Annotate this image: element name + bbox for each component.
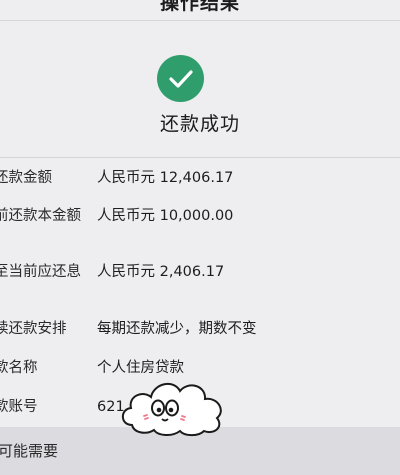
page-title: 操作结果 <box>159 0 240 14</box>
detail-value-interest: 人民币元 2,406.17 <box>97 264 225 280</box>
detail-label-loan-account: 款账号 <box>0 399 38 415</box>
detail-value-repayment-amount: 人民币元 12,406.17 <box>97 170 234 186</box>
cloud-face-sticker <box>118 375 230 441</box>
detail-value-principal: 人民币元 10,000.00 <box>97 208 234 224</box>
check-circle-icon <box>157 55 204 102</box>
detail-label-arrangement: 续还款安排 <box>0 321 67 337</box>
detail-label-interest: 至当前应还息 <box>0 264 81 280</box>
detail-label-repayment-amount: 还款金额 <box>0 170 52 186</box>
section-divider <box>0 157 400 158</box>
result-status-text: 还款成功 <box>159 113 240 135</box>
detail-label-loan-name: 款名称 <box>0 360 38 376</box>
detail-label-principal: 前还款本金额 <box>0 208 81 224</box>
header-divider <box>0 20 400 21</box>
detail-value-arrangement: 每期还款减少，期数不变 <box>97 321 257 337</box>
may-need-label: 可能需要 <box>0 442 59 460</box>
